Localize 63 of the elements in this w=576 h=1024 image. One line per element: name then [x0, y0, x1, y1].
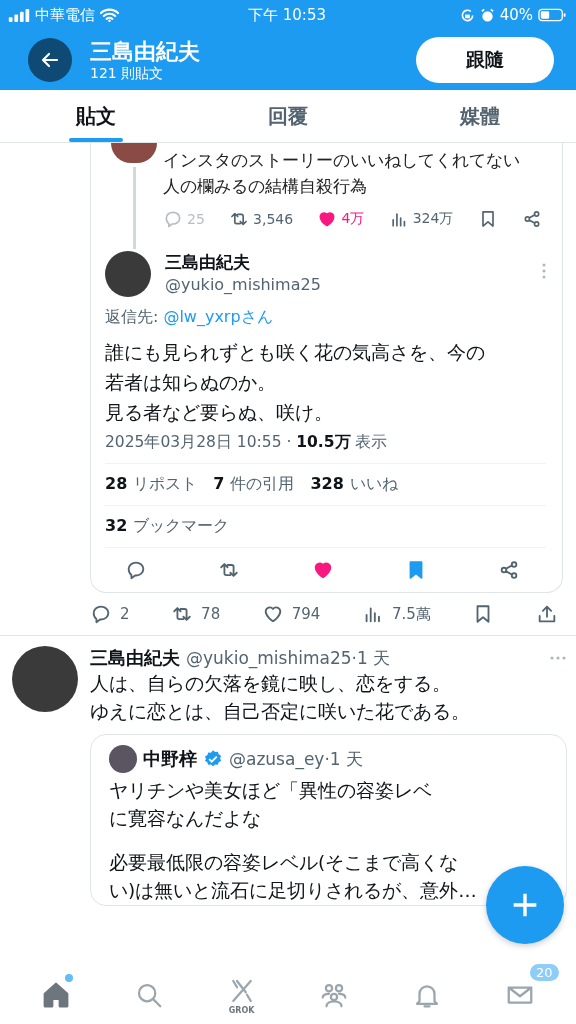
post-timestamp: 2025年03月28日 10:55 · 10.5万 表示	[105, 432, 389, 453]
post-text-line: インスタのストーリーのいいねしてくれてない	[163, 149, 521, 172]
avatar	[109, 745, 137, 773]
tab[interactable]: 貼文	[0, 90, 192, 142]
author-handle: @azusa_ey·1 天	[229, 747, 364, 771]
count-number: 28	[105, 474, 128, 495]
post-text-line: ヤリチンや美女ほど「異性の容姿レベ	[109, 779, 432, 803]
post-text-line: 誰にも見られずとも咲く花の気高さを、今の	[105, 341, 486, 365]
views-button[interactable]: 7.5萬	[361, 603, 431, 625]
author-name: 三島由紀夫	[90, 646, 180, 670]
post-text-line: 人の欄みるの結構自殺行為	[163, 175, 368, 198]
message-count: 20	[530, 964, 559, 981]
more-icon	[549, 656, 567, 660]
count-number: 7	[213, 474, 225, 495]
count-label: 件の引用	[230, 474, 295, 495]
reply-button[interactable]: 2	[90, 603, 130, 625]
status-time: 下午 10:53	[248, 5, 326, 25]
count-label: ブックマーク	[133, 516, 230, 537]
more-icon	[542, 263, 546, 279]
avatar	[111, 143, 157, 163]
back-button[interactable]	[28, 38, 72, 82]
follow-button[interactable]: 跟隨	[416, 37, 554, 83]
post-text-line: 見る者など要らぬ、咲け。	[105, 401, 334, 425]
post-count: 121 則貼文	[90, 65, 165, 81]
author-handle: @yukio_mishima25·1 天	[186, 646, 392, 670]
battery-icon	[538, 8, 566, 22]
post-text-line: 必要最低限の容姿レベル(そこまで高くな	[109, 851, 459, 875]
author-name: 三島由紀夫	[165, 251, 251, 273]
nav-button[interactable]: GROK	[216, 972, 267, 1018]
author-name: 中野梓	[143, 747, 197, 771]
count-number: 328	[310, 474, 344, 495]
signal-icon	[8, 8, 30, 22]
count-label: いいね	[349, 474, 398, 495]
post-text-line: い)は無いと流石に足切りされるが、意外…	[109, 879, 477, 903]
reply-icon	[125, 559, 147, 581]
wifi-icon	[100, 8, 119, 22]
reply-icon	[163, 209, 183, 229]
rotation-lock-icon	[459, 7, 475, 23]
share-icon	[522, 209, 542, 229]
post-text-line: 人は、自らの欠落を鏡に映し、恋をする。	[90, 672, 451, 696]
post-text-line: 若者は知らぬのか。	[105, 371, 277, 395]
view-count: 324万	[412, 210, 454, 228]
reply-to-label: 返信先:	[105, 307, 159, 328]
author-handle: @yukio_mishima25	[165, 274, 322, 296]
repost-count: 3,546	[253, 211, 294, 227]
reply-icon	[90, 603, 112, 625]
profile-name: 三島由紀夫	[90, 39, 201, 65]
share-icon	[498, 559, 520, 581]
alarm-icon	[479, 7, 495, 23]
battery-percent: 40%	[499, 6, 533, 24]
reply-count: 25	[187, 211, 205, 227]
tab[interactable]: 回覆	[192, 90, 384, 142]
like-count: 4万	[341, 210, 365, 228]
avatar	[105, 251, 151, 297]
tab[interactable]: 媒體	[384, 90, 576, 142]
post-text-line: ゆえに恋とは、自己否定に咲いた花である。	[90, 700, 470, 724]
compose-button[interactable]	[486, 866, 564, 944]
like-button[interactable]: 794	[261, 603, 321, 625]
post-text-line: に寛容なんだよな	[109, 807, 261, 831]
count-number: 32	[105, 516, 128, 537]
count-label: リポスト	[133, 474, 198, 495]
repost-button[interactable]: 78	[171, 603, 221, 625]
carrier-name: 中華電信	[35, 5, 95, 25]
